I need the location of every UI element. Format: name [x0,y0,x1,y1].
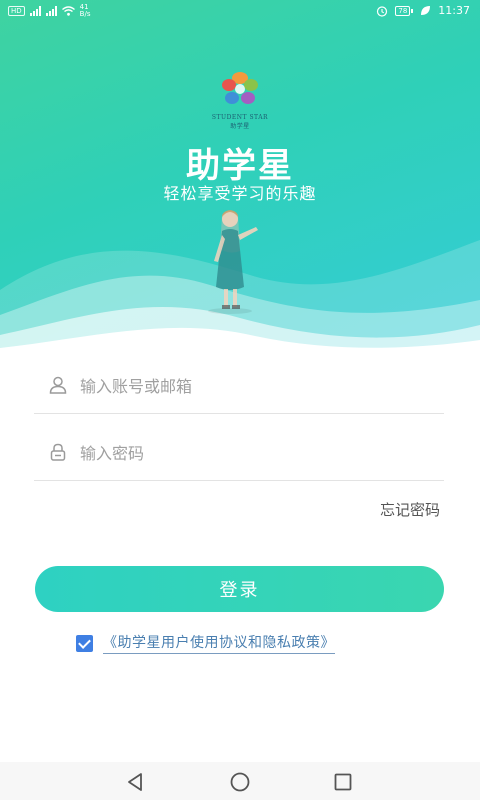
back-triangle-icon[interactable] [125,771,147,793]
network-speed: 41 B/s [79,3,91,18]
battery-icon: 78 [395,5,414,16]
signal-icon [45,6,57,16]
flower-logo-icon [222,72,258,104]
agreement-link[interactable]: 《助学星用户使用协议和隐私政策》 [103,632,335,654]
girl-illustration [208,210,258,314]
leaf-icon [421,6,431,15]
account-input[interactable] [80,371,430,401]
agreement-checkbox[interactable] [76,634,93,652]
alarm-icon [377,5,388,17]
status-bar: HD 41 B/s 78 11:37 [0,0,480,22]
home-circle-icon[interactable] [229,771,251,793]
wifi-icon [61,6,75,16]
login-button[interactable]: 登录 [35,566,444,612]
agreement-row: 《助学星用户使用协议和隐私政策》 [76,632,335,654]
user-icon [49,376,67,394]
password-field [34,430,444,481]
account-field [34,363,444,414]
system-navigation-bar [0,762,480,800]
hd-badge: HD [8,6,25,16]
header-banner: HD 41 B/s 78 11:37 STUDENT STAR 助学星 助学星 … [0,0,480,355]
password-input[interactable] [80,438,430,468]
app-slogan: 轻松享受学习的乐趣 [163,184,317,203]
clock-time: 11:37 [438,4,470,17]
logo-text: STUDENT STAR [211,114,269,121]
signal-icon [29,6,41,16]
recent-square-icon[interactable] [332,771,354,793]
forgot-password-link[interactable]: 忘记密码 [380,499,440,520]
lock-icon [50,443,66,461]
logo-subtext: 助学星 [230,123,250,130]
app-logo: STUDENT STAR 助学星 [205,70,275,130]
